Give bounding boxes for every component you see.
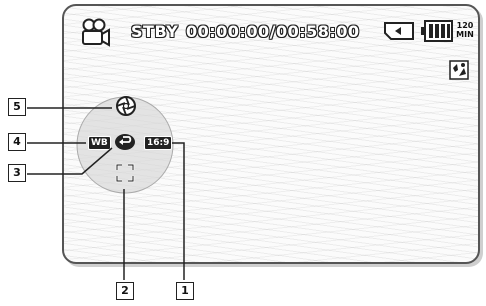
aspect-ratio-button[interactable]: 16:9 [144, 136, 173, 150]
scene-mode-icon [449, 60, 469, 80]
return-icon[interactable] [114, 133, 136, 151]
callout-5: 5 [8, 98, 26, 116]
remaining-time: 120 MIN [455, 21, 475, 39]
callout-4: 4 [8, 133, 26, 151]
callout-1: 1 [176, 282, 194, 300]
callout-3: 3 [8, 164, 26, 182]
remaining-minutes: 120 [456, 21, 474, 30]
callout-2: 2 [116, 282, 134, 300]
remaining-unit: MIN [456, 30, 474, 39]
status-label: STBY [131, 22, 179, 41]
camcorder-icon [82, 18, 110, 47]
battery-icon [421, 20, 453, 42]
timecode-display: 00:00:00/00:58:00 [186, 22, 360, 41]
aperture-icon[interactable] [115, 95, 137, 117]
wb-button[interactable]: WB [88, 136, 111, 150]
focus-frame-icon[interactable] [115, 163, 135, 183]
memory-card-icon [384, 22, 414, 40]
